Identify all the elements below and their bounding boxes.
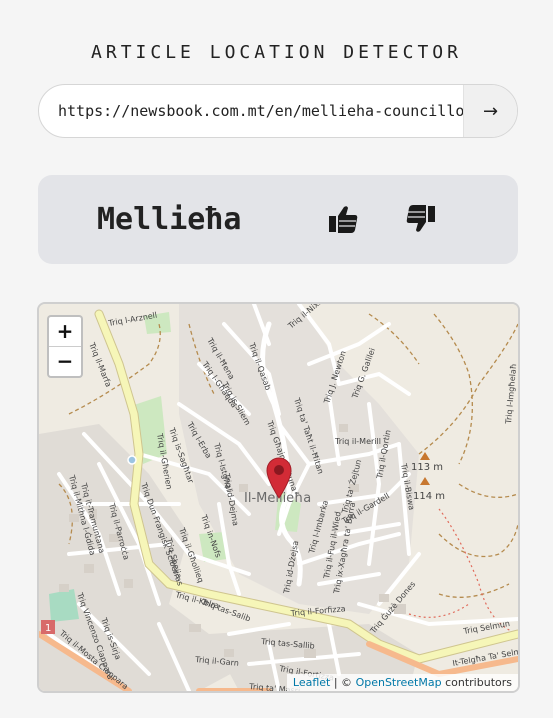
- attribution-suffix: contributors: [445, 676, 512, 689]
- url-bar: →: [38, 84, 518, 138]
- street-label: Triq il-Merill: [334, 437, 381, 446]
- zoom-in-button[interactable]: +: [49, 317, 81, 347]
- attribution-separator: | ©: [333, 676, 353, 689]
- route-badge: 1: [45, 623, 51, 634]
- thumbs-down-icon[interactable]: [404, 202, 438, 236]
- submit-button[interactable]: →: [463, 85, 517, 137]
- map[interactable]: 113 m 114 m 1 Triq il-Marfa Triq l-Arzne…: [37, 302, 520, 693]
- zoom-out-button[interactable]: −: [49, 347, 81, 376]
- map-marker-icon[interactable]: [266, 457, 292, 499]
- zoom-control: + −: [47, 315, 83, 378]
- spot-height-label: 114 m: [413, 491, 445, 502]
- leaflet-link[interactable]: Leaflet: [293, 676, 330, 689]
- detected-location: Mellieħa: [97, 202, 242, 237]
- url-input[interactable]: [39, 85, 463, 137]
- spot-height-label: 113 m: [411, 462, 443, 473]
- page-title: ARTICLE LOCATION DETECTOR: [91, 42, 462, 63]
- result-card: Mellieħa: [38, 175, 518, 264]
- map-attribution: Leaflet | © OpenStreetMap contributors: [286, 674, 518, 691]
- thumbs-up-icon[interactable]: [326, 202, 360, 236]
- osm-link[interactable]: OpenStreetMap: [356, 676, 442, 689]
